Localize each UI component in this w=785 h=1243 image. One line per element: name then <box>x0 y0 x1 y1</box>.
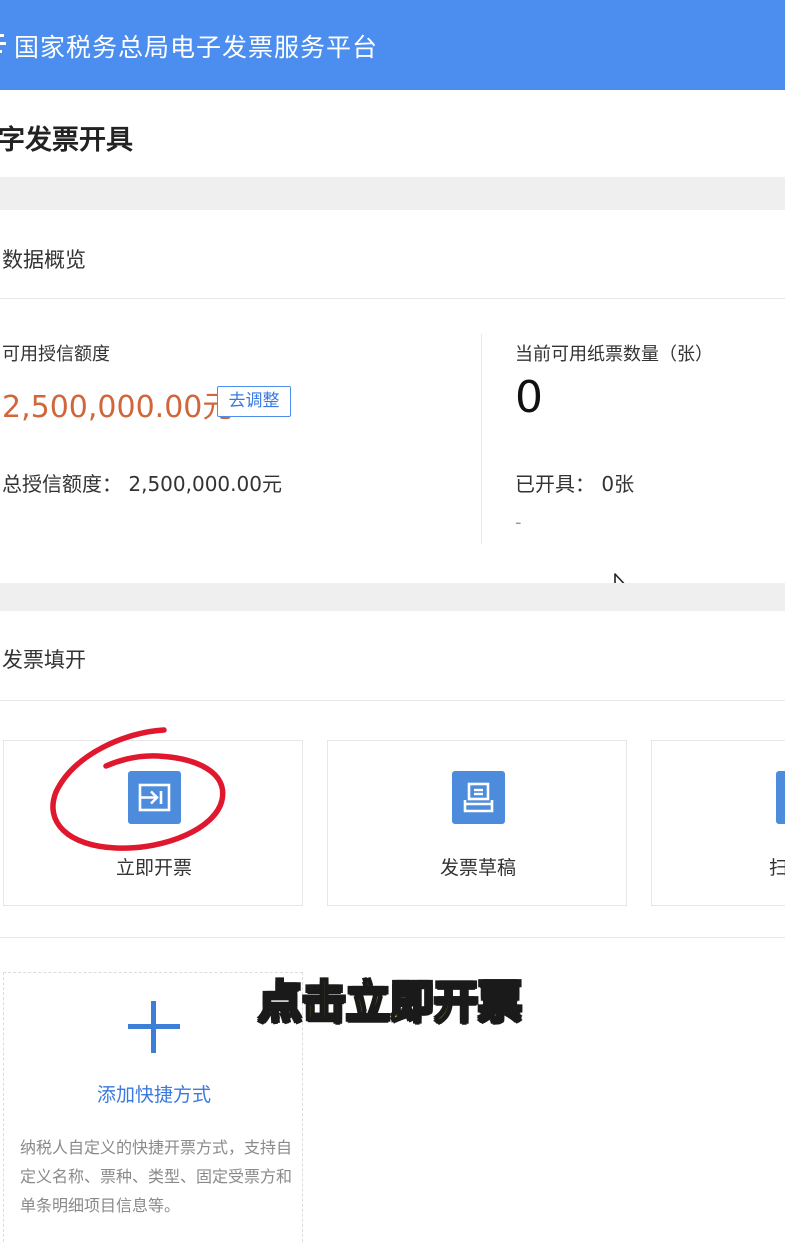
invoice-draft-card[interactable]: 发票草稿 <box>327 740 627 906</box>
section-gap <box>0 177 785 210</box>
page-title: 字发票开具 <box>0 125 133 156</box>
scan-invoice-label: 扫码 <box>652 853 785 880</box>
top-header-bar: 国家税务总局电子发票服务平台 <box>0 0 785 90</box>
available-credit-label: 可用授信额度 <box>2 344 110 365</box>
adjust-credit-button[interactable]: 去调整 <box>217 386 291 417</box>
paper-invoice-count: 0 <box>515 372 543 423</box>
platform-title: 国家税务总局电子发票服务平台 <box>14 33 379 62</box>
total-credit-text: 总授信额度： 2,500,000.00元 <box>2 472 282 496</box>
scan-invoice-card[interactable]: 扫码 <box>651 740 785 906</box>
invoice-fill-section-title: 发票填开 <box>2 648 86 672</box>
divider <box>0 298 785 299</box>
add-shortcut-description: 纳税人自定义的快捷开票方式，支持自定义名称、票种、类型、固定受票方和单条明细项目… <box>20 1138 293 1215</box>
scan-icon <box>776 771 785 824</box>
issued-count-text: 已开具： 0张 <box>515 472 635 496</box>
video-caption: 点击立即开票 <box>257 976 523 1029</box>
available-credit-amount: 2,500,000.00元 <box>2 390 233 425</box>
section-gap <box>0 583 785 611</box>
invoice-draft-label: 发票草稿 <box>439 857 516 879</box>
paper-invoice-count-label: 当前可用纸票数量（张） <box>515 344 713 365</box>
tax-logo-icon <box>0 34 6 53</box>
overview-section-title: 数据概览 <box>2 248 86 272</box>
overview-vertical-divider <box>481 334 482 544</box>
divider <box>0 937 785 938</box>
add-shortcut-label: 添加快捷方式 <box>96 1084 211 1106</box>
draft-icon <box>452 771 505 824</box>
plus-icon <box>128 1001 180 1053</box>
placeholder-dash: - <box>515 512 522 533</box>
red-circle-annotation <box>50 727 226 851</box>
divider <box>0 700 785 701</box>
